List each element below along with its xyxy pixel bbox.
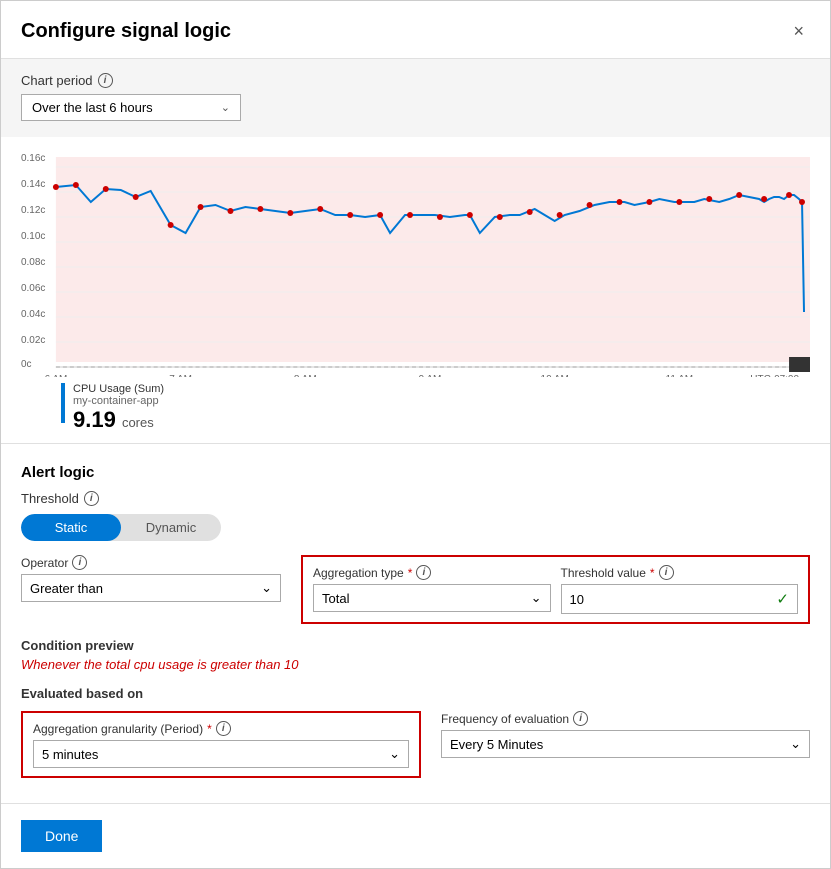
chart-container: 0.16c 0.14c 0.12c 0.10c 0.08c 0.06c 0.04… <box>1 147 830 443</box>
svg-text:0.16c: 0.16c <box>21 153 45 164</box>
chart-svg: 0.16c 0.14c 0.12c 0.10c 0.08c 0.06c 0.04… <box>21 147 810 377</box>
svg-text:UTC-07:00: UTC-07:00 <box>750 374 799 377</box>
svg-text:0.04c: 0.04c <box>21 309 45 320</box>
dialog-body: Chart period i Over the last 6 hours ⌄ 0… <box>1 59 830 803</box>
threshold-value-label: Threshold value * i <box>561 565 799 580</box>
chart-period-dropdown-arrow: ⌄ <box>221 101 230 114</box>
legend-app: my-container-app <box>73 395 164 407</box>
chart-period-label: Chart period i <box>21 73 810 88</box>
svg-text:0.06c: 0.06c <box>21 283 45 294</box>
alert-logic-section: Alert logic Threshold i Static Dynamic <box>1 454 830 798</box>
chart-period-info-icon[interactable]: i <box>98 73 113 88</box>
frequency-dropdown-arrow: ⌄ <box>790 736 801 752</box>
granularity-info-icon[interactable]: i <box>216 721 231 736</box>
svg-text:0c: 0c <box>21 359 32 370</box>
aggregation-required-star: * <box>408 566 413 580</box>
svg-text:11 AM: 11 AM <box>666 374 693 377</box>
threshold-required-star: * <box>650 566 655 580</box>
frequency-label: Frequency of evaluation i <box>441 711 810 726</box>
frequency-select[interactable]: Every 5 Minutes ⌄ <box>441 730 810 758</box>
operator-dropdown-arrow: ⌄ <box>261 580 272 596</box>
toggle-static[interactable]: Static <box>21 514 121 541</box>
svg-text:10 AM: 10 AM <box>541 374 569 377</box>
chart-period-dropdown[interactable]: Over the last 6 hours ⌄ <box>21 94 241 121</box>
configure-signal-logic-dialog: Configure signal logic × Chart period i … <box>0 0 831 869</box>
threshold-value-input[interactable]: 10 ✓ <box>561 584 799 614</box>
threshold-toggle-group[interactable]: Static Dynamic <box>21 514 221 541</box>
frequency-info-icon[interactable]: i <box>573 711 588 726</box>
svg-text:7 AM: 7 AM <box>169 374 192 377</box>
threshold-check-icon: ✓ <box>776 590 789 608</box>
chart-legend: CPU Usage (Sum) my-container-app 9.19 co… <box>21 383 810 433</box>
aggregation-dropdown-arrow: ⌄ <box>531 590 542 606</box>
toggle-dynamic[interactable]: Dynamic <box>121 514 221 541</box>
operator-select[interactable]: Greater than ⌄ <box>21 574 281 602</box>
evaluated-title: Evaluated based on <box>21 686 810 701</box>
eval-row: Aggregation granularity (Period) * i 5 m… <box>21 711 810 778</box>
operator-label: Operator i <box>21 555 281 570</box>
svg-text:0.14c: 0.14c <box>21 179 45 190</box>
aggregation-granularity-group: Aggregation granularity (Period) * i 5 m… <box>21 711 421 778</box>
done-button[interactable]: Done <box>21 820 102 852</box>
chart-wrap: 0.16c 0.14c 0.12c 0.10c 0.08c 0.06c 0.04… <box>21 147 810 377</box>
dialog-title: Configure signal logic <box>21 20 231 43</box>
evaluated-based-on-section: Evaluated based on Aggregation granulari… <box>21 686 810 778</box>
granularity-dropdown-arrow: ⌄ <box>389 746 400 762</box>
divider-1 <box>1 443 830 444</box>
svg-text:6 AM: 6 AM <box>45 374 68 377</box>
aggregation-type-info-icon[interactable]: i <box>416 565 431 580</box>
aggregation-granularity-label: Aggregation granularity (Period) * i <box>33 721 409 736</box>
aggregation-granularity-select[interactable]: 5 minutes ⌄ <box>33 740 409 768</box>
aggregation-type-group: Aggregation type * i Total ⌄ <box>313 565 551 614</box>
granularity-required-star: * <box>207 722 212 736</box>
frequency-group: Frequency of evaluation i Every 5 Minute… <box>441 711 810 758</box>
condition-preview: Condition preview Whenever the total cpu… <box>21 638 810 672</box>
svg-text:0.12c: 0.12c <box>21 205 45 216</box>
alert-logic-title: Alert logic <box>21 464 810 481</box>
condition-preview-text: Whenever the total cpu usage is greater … <box>21 657 810 672</box>
threshold-value-info-icon[interactable]: i <box>659 565 674 580</box>
svg-text:0.10c: 0.10c <box>21 231 45 242</box>
legend-metric: CPU Usage (Sum) <box>73 383 164 395</box>
condition-preview-label: Condition preview <box>21 638 810 653</box>
svg-text:0.02c: 0.02c <box>21 335 45 346</box>
threshold-value-group: Threshold value * i 10 ✓ <box>561 565 799 614</box>
svg-text:0.08c: 0.08c <box>21 257 45 268</box>
dialog-footer: Done <box>1 803 830 868</box>
close-button[interactable]: × <box>787 19 810 44</box>
threshold-info-icon[interactable]: i <box>84 491 99 506</box>
chart-period-section: Chart period i Over the last 6 hours ⌄ <box>1 59 830 137</box>
legend-text: CPU Usage (Sum) my-container-app 9.19 co… <box>73 383 164 433</box>
legend-bar <box>61 383 65 423</box>
legend-value: 9.19 cores <box>73 407 164 433</box>
operator-info-icon[interactable]: i <box>72 555 87 570</box>
boxed-aggregation-threshold: Aggregation type * i Total ⌄ Threshold v… <box>301 555 810 624</box>
svg-text:8 AM: 8 AM <box>294 374 317 377</box>
aggregation-type-select[interactable]: Total ⌄ <box>313 584 551 612</box>
alert-form-row: Operator i Greater than ⌄ Aggregation ty… <box>21 555 810 624</box>
threshold-label: Threshold i <box>21 491 810 506</box>
legend-unit: cores <box>122 415 154 430</box>
aggregation-type-label: Aggregation type * i <box>313 565 551 580</box>
svg-text:9 AM: 9 AM <box>419 374 442 377</box>
dialog-header: Configure signal logic × <box>1 1 830 59</box>
operator-group: Operator i Greater than ⌄ <box>21 555 281 602</box>
